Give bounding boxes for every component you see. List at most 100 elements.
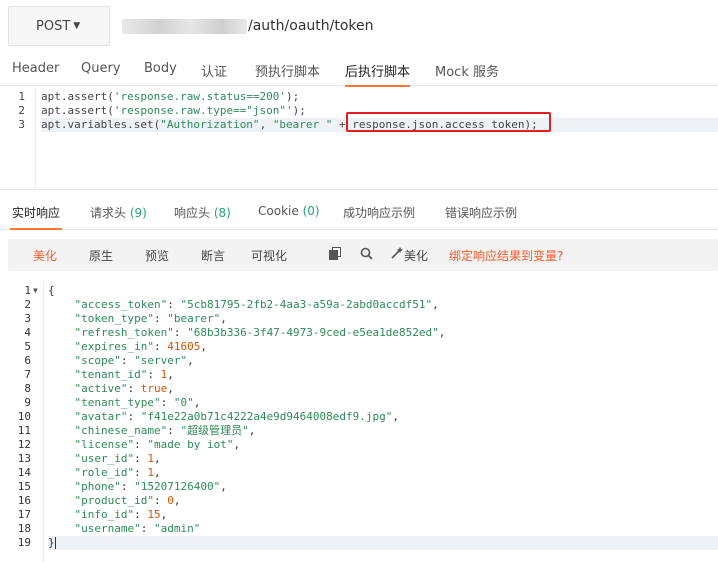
json-colon: : [134,438,148,451]
tab-label: 响应头 [174,206,211,220]
json-value: true [140,382,168,395]
json-key: "refresh_token" [74,326,174,339]
tab-response-headers[interactable]: 响应头 (8) [174,204,231,221]
json-colon: : [127,382,141,395]
json-line: "token_type": "bearer", [48,312,227,326]
line-number: 8 [24,382,31,395]
tab-body[interactable]: Body [144,61,177,76]
line-number: 11 [17,424,31,437]
url-bar: POST ▼ /auth/oauth/token [0,0,718,50]
view-preview-button[interactable]: 预览 [145,247,169,264]
line-number: 14 [17,466,31,479]
json-comma: , [193,396,201,409]
json-key: "tenant_type" [74,396,161,409]
json-key: "phone" [74,480,121,493]
json-key: "expires_in" [74,340,154,353]
json-colon: : [153,312,168,325]
json-line: "chinese_name": "超级管理员", [48,424,256,438]
response-body[interactable]: 1 2 3 4 5 6 7 8 9 10 11 12 13 14 15 16 17 18 19 ▼ { "acces… [0,282,718,562]
tab-count: (8) [213,206,231,220]
view-beautify-button[interactable]: 美化 [33,247,57,264]
beautify-button[interactable]: 美化 [404,247,428,264]
tab-header[interactable]: Header [12,61,59,76]
json-line: "refresh_token": "68b3b336-3f47-4973-9ce… [48,326,446,340]
json-colon: : [120,480,135,493]
json-colon: : [134,466,148,479]
copy-icon[interactable] [329,247,341,263]
json-key: "avatar" [74,410,128,423]
json-key: "product_id" [74,494,154,507]
beautify-wand-icon[interactable] [390,247,403,263]
json-line: { [48,284,55,298]
script-editor[interactable]: 1 2 3 apt.assert('response.raw.status==2… [0,88,718,190]
json-comma: , [173,494,181,507]
tab-live-response[interactable]: 实时响应 [9,204,63,230]
tab-success-example[interactable]: 成功响应示例 [343,204,415,221]
code-token: apt.assert( [41,104,114,117]
code-token: apt.assert( [41,90,114,103]
line-number: 4 [24,326,31,339]
json-line: "product_id": 0, [48,494,181,508]
tab-request-headers[interactable]: 请求头 (9) [90,204,147,221]
json-key: "scope" [74,354,121,367]
code-token: apt.variables.set( [41,118,161,131]
json-line: "role_id": 1, [48,466,161,480]
tab-query[interactable]: Query [81,61,121,76]
tab-label: 实时响应 [12,206,61,220]
tab-auth[interactable]: 认证 [201,61,227,80]
tab-label: 成功响应示例 [343,206,416,220]
json-line-active: } [48,536,718,550]
json-colon: : [173,326,188,339]
code-line: apt.assert('response.raw.type=="json"'); [41,104,306,118]
json-colon: : [134,508,148,521]
tab-mock-service[interactable]: Mock 服务 [435,61,499,80]
json-value: 0 [167,494,174,507]
response-toolbar: 美化 原生 预览 断言 可视化 美化 绑定响应结果到变量? [8,239,718,271]
json-line: "phone": "15207126400", [48,480,227,494]
json-line: "tenant_type": "0", [48,396,201,410]
json-comma: , [153,452,161,465]
method-select[interactable]: POST ▼ [8,6,110,46]
line-number: 6 [24,354,31,367]
tab-post-script[interactable]: 后执行脚本 [345,61,411,87]
line-number: 16 [17,494,31,507]
search-icon[interactable] [360,247,373,263]
code-string: "bearer " [272,118,333,131]
tab-pre-script[interactable]: 预执行脚本 [255,61,320,80]
fold-toggle-icon[interactable]: ▼ [33,284,38,298]
line-number: 7 [24,368,31,381]
tab-cookie[interactable]: Cookie (0) [258,204,320,218]
json-key: "chinese_name" [74,424,168,437]
json-line: "license": "made by iot", [48,438,241,452]
json-comma: , [160,508,168,521]
line-number: 2 [18,104,25,117]
line-number: 19 [17,536,31,549]
line-number: 3 [18,118,25,131]
line-number: 1 [24,284,31,297]
editor-gutter: 1 2 3 [0,88,36,189]
json-value: "f41e22a0b71c4222a4e9d9464008edf9.jpg" [140,410,393,423]
json-value: 1 [147,466,154,479]
tab-error-example[interactable]: 错误响应示例 [445,204,517,221]
view-visualize-button[interactable]: 可视化 [251,247,287,264]
bind-response-variable-link[interactable]: 绑定响应结果到变量? [449,247,563,264]
line-number: 18 [17,522,31,535]
line-number: 9 [24,396,31,409]
json-value: "0" [173,396,194,409]
json-key: "license" [74,438,135,451]
view-raw-button[interactable]: 原生 [89,247,113,264]
json-colon: : [127,410,141,423]
url-input[interactable]: /auth/oauth/token [110,6,718,46]
json-brace: { [48,284,55,297]
line-number: 15 [17,480,31,493]
view-assert-button[interactable]: 断言 [201,247,225,264]
json-value: 41605 [167,340,201,353]
